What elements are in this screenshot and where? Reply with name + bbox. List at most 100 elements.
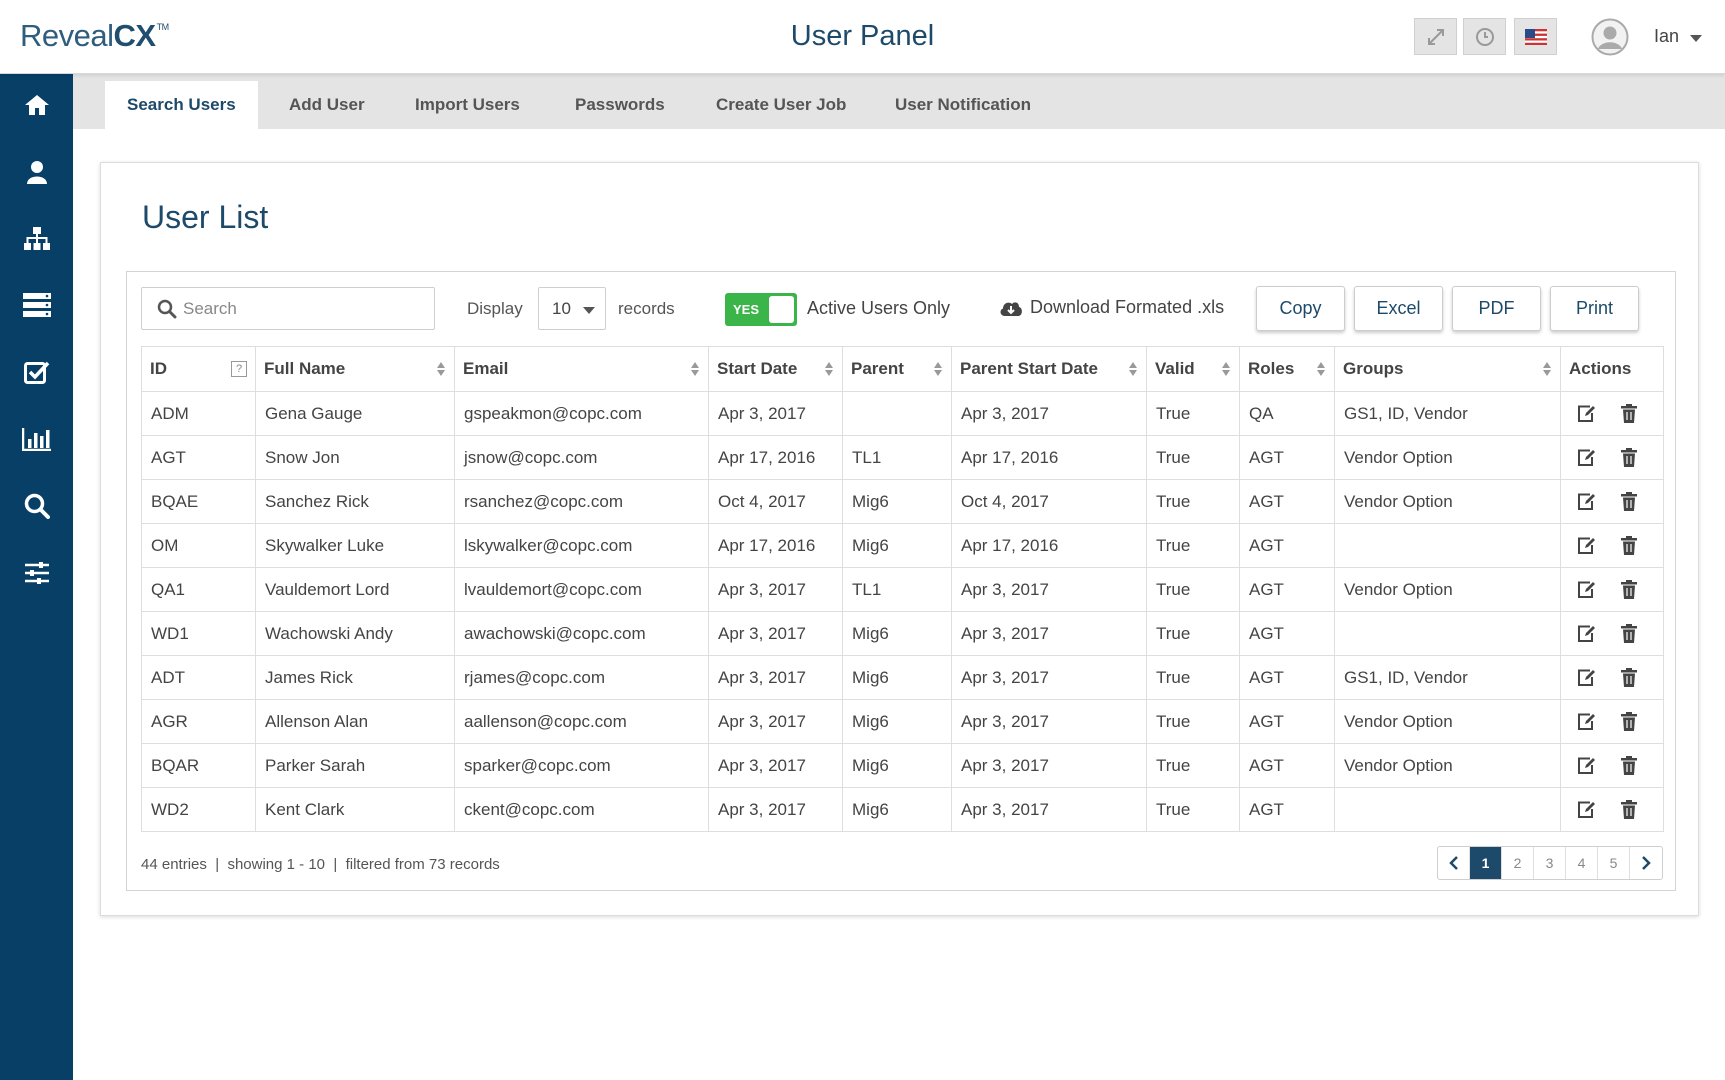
- logo-bold-text: CX: [113, 18, 157, 53]
- table-row[interactable]: WD2 Kent Clark ckent@copc.com Apr 3, 2017 Mi…: [141, 787, 1664, 832]
- sort-icon[interactable]: [1222, 362, 1231, 377]
- cell-roles: AGT: [1239, 435, 1335, 480]
- table-row[interactable]: AGT Snow Jon jsnow@copc.com Apr 17, 2016 TL1…: [141, 435, 1664, 480]
- table-row[interactable]: ADT James Rick rjames@copc.com Apr 3, 2017 M…: [141, 655, 1664, 700]
- sidebar-item-search[interactable]: [0, 478, 73, 534]
- cell-parent: Mig6: [842, 611, 952, 656]
- sort-icon[interactable]: [825, 362, 834, 377]
- edit-button[interactable]: [1575, 447, 1597, 469]
- delete-button[interactable]: [1618, 579, 1640, 601]
- clock-icon: [1475, 27, 1494, 46]
- page-button-5[interactable]: 5: [1598, 847, 1630, 879]
- sidebar-item-tasks[interactable]: [0, 344, 73, 400]
- tab-create-user-job[interactable]: Create User Job: [694, 81, 868, 129]
- chevron-down-icon[interactable]: [1690, 35, 1702, 42]
- edit-icon: [1578, 581, 1595, 598]
- records-per-page-select[interactable]: 10: [538, 287, 606, 330]
- download-xls-link[interactable]: Download Formated .xls: [999, 297, 1224, 318]
- table-row[interactable]: BQAR Parker Sarah sparker@copc.com Apr 3, 2…: [141, 743, 1664, 788]
- edit-button[interactable]: [1575, 755, 1597, 777]
- column-header-groups[interactable]: Groups: [1334, 346, 1561, 392]
- delete-button[interactable]: [1618, 799, 1640, 821]
- search-input[interactable]: [183, 288, 423, 329]
- flag-icon: [1524, 28, 1547, 45]
- column-header-full-name[interactable]: Full Name: [255, 346, 455, 392]
- delete-button[interactable]: [1618, 447, 1640, 469]
- cell-start-date: Apr 3, 2017: [708, 611, 843, 656]
- edit-button[interactable]: [1575, 711, 1597, 733]
- sidebar-item-users[interactable]: [0, 144, 73, 200]
- edit-button[interactable]: [1575, 579, 1597, 601]
- page-button-4[interactable]: 4: [1566, 847, 1598, 879]
- cell-parent-start-date: Apr 3, 2017: [951, 743, 1147, 788]
- edit-button[interactable]: [1575, 535, 1597, 557]
- pdf-button[interactable]: PDF: [1452, 286, 1541, 331]
- tab-user-notification[interactable]: User Notification: [873, 81, 1053, 129]
- delete-button[interactable]: [1618, 623, 1640, 645]
- expand-button[interactable]: [1414, 18, 1457, 55]
- tab-import-users[interactable]: Import Users: [393, 81, 542, 129]
- trash-icon: [1621, 536, 1637, 555]
- print-button[interactable]: Print: [1550, 286, 1639, 331]
- page-button-3[interactable]: 3: [1534, 847, 1566, 879]
- delete-button[interactable]: [1618, 491, 1640, 513]
- history-button[interactable]: [1463, 18, 1506, 55]
- header-label: Full Name: [264, 359, 346, 378]
- cell-parent-start-date: Apr 3, 2017: [951, 655, 1147, 700]
- search-field[interactable]: [141, 287, 435, 330]
- delete-button[interactable]: [1618, 711, 1640, 733]
- sidebar-item-home[interactable]: [0, 77, 73, 133]
- cell-email: rjames@copc.com: [454, 655, 709, 700]
- column-header-id[interactable]: ID?: [141, 346, 256, 392]
- user-name[interactable]: Ian: [1654, 26, 1679, 47]
- copy-button[interactable]: Copy: [1256, 286, 1345, 331]
- cell-groups: [1334, 611, 1561, 656]
- page-button-1[interactable]: 1: [1470, 847, 1502, 879]
- edit-button[interactable]: [1575, 403, 1597, 425]
- delete-button[interactable]: [1618, 667, 1640, 689]
- table-row[interactable]: AGR Allenson Alan aallenson@copc.com Apr 3,…: [141, 699, 1664, 744]
- tab-add-user[interactable]: Add User: [267, 81, 387, 129]
- table-row[interactable]: ADM Gena Gauge gspeakmon@copc.com Apr 3, 20…: [141, 391, 1664, 436]
- cell-valid: True: [1146, 611, 1240, 656]
- tab-passwords[interactable]: Passwords: [553, 81, 687, 129]
- column-header-email[interactable]: Email: [454, 346, 709, 392]
- column-header-roles[interactable]: Roles: [1239, 346, 1335, 392]
- sort-icon[interactable]: [1543, 362, 1552, 377]
- edit-button[interactable]: [1575, 623, 1597, 645]
- sort-icon[interactable]: [691, 362, 700, 377]
- next-page-button[interactable]: [1630, 847, 1662, 879]
- sidebar-item-reports[interactable]: [0, 411, 73, 467]
- active-users-toggle[interactable]: YES: [725, 293, 797, 326]
- prev-page-button[interactable]: [1438, 847, 1470, 879]
- table-row[interactable]: OM Skywalker Luke lskywalker@copc.com Apr 1…: [141, 523, 1664, 568]
- cell-full-name: Skywalker Luke: [255, 523, 455, 568]
- column-header-parent-start-date[interactable]: Parent Start Date: [951, 346, 1147, 392]
- table-row[interactable]: QA1 Vauldemort Lord lvauldemort@copc.com Ap…: [141, 567, 1664, 612]
- avatar[interactable]: [1591, 18, 1629, 56]
- edit-button[interactable]: [1575, 667, 1597, 689]
- language-button[interactable]: [1514, 18, 1557, 55]
- delete-button[interactable]: [1618, 403, 1640, 425]
- sort-icon[interactable]: [437, 362, 446, 377]
- column-header-valid[interactable]: Valid: [1146, 346, 1240, 392]
- edit-button[interactable]: [1575, 491, 1597, 513]
- help-icon[interactable]: ?: [231, 361, 247, 377]
- sidebar-item-servers[interactable]: [0, 277, 73, 333]
- delete-button[interactable]: [1618, 755, 1640, 777]
- sidebar-item-settings[interactable]: [0, 545, 73, 601]
- tab-search-users[interactable]: Search Users: [105, 81, 258, 129]
- delete-button[interactable]: [1618, 535, 1640, 557]
- sort-icon[interactable]: [1129, 362, 1138, 377]
- cell-parent: Mig6: [842, 479, 952, 524]
- page-button-2[interactable]: 2: [1502, 847, 1534, 879]
- table-row[interactable]: WD1 Wachowski Andy awachowski@copc.com Apr …: [141, 611, 1664, 656]
- column-header-parent[interactable]: Parent: [842, 346, 952, 392]
- sort-icon[interactable]: [1317, 362, 1326, 377]
- sidebar-item-hierarchy[interactable]: [0, 211, 73, 267]
- edit-button[interactable]: [1575, 799, 1597, 821]
- column-header-start-date[interactable]: Start Date: [708, 346, 843, 392]
- table-row[interactable]: BQAE Sanchez Rick rsanchez@copc.com Oct 4, …: [141, 479, 1664, 524]
- excel-button[interactable]: Excel: [1354, 286, 1443, 331]
- sort-icon[interactable]: [934, 362, 943, 377]
